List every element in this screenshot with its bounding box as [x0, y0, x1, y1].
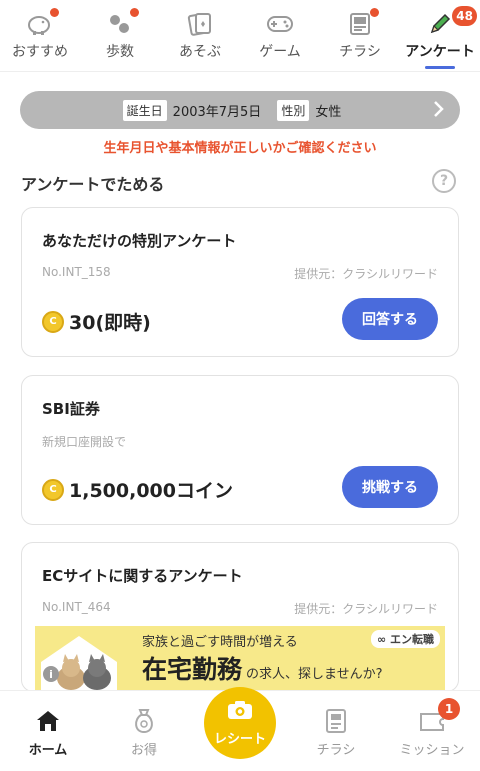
piggy-bank-icon — [25, 8, 59, 38]
tab-survey[interactable]: 48 アンケート — [400, 0, 480, 71]
pencil-icon: 48 — [425, 6, 477, 38]
flyer-icon — [345, 8, 379, 38]
home-icon — [34, 708, 62, 734]
tab-label: チラシ — [339, 44, 381, 60]
tab-game[interactable]: ゲーム — [240, 0, 320, 71]
coin-icon: C — [42, 310, 64, 333]
active-tab-indicator — [425, 66, 455, 69]
birthday-value: 2003年7月5日 — [172, 104, 262, 120]
ad-small-text: の求人、探しませんか? — [246, 667, 383, 682]
camera-icon — [226, 699, 254, 725]
tab-label: ゲーム — [259, 44, 301, 60]
card-title: ECサイトに関するアンケート — [42, 567, 243, 585]
reward-amount: 30(即時) — [69, 312, 151, 334]
tab-label: あそぶ — [179, 44, 221, 60]
tab-flyer[interactable]: チラシ — [320, 0, 400, 71]
ad-info-icon[interactable]: i — [43, 666, 59, 682]
tab-label: アンケート — [405, 44, 475, 60]
coin-icon: C — [42, 478, 64, 501]
card-id: No.INT_158 — [42, 265, 111, 279]
notification-dot — [50, 8, 59, 17]
receipt-button[interactable]: レシート — [204, 687, 276, 759]
tab-recommend[interactable]: おすすめ — [0, 0, 80, 71]
top-tab-bar: おすすめ 歩数 あそぶ ゲーム チラシ 48 アンケート — [0, 0, 480, 72]
ad-big-text: 在宅勤務 — [142, 655, 243, 684]
nav-label: ホーム — [28, 743, 68, 758]
cards-icon — [185, 10, 215, 38]
nav-receipt[interactable]: レシート — [192, 687, 288, 771]
tab-label: 歩数 — [106, 44, 134, 60]
nav-label: チラシ — [316, 743, 356, 758]
card-description: 新規口座開設で — [42, 435, 127, 449]
gender-value: 女性 — [315, 104, 342, 120]
profile-info-bar[interactable]: 誕生日 2003年7月5日 性別 女性 — [20, 91, 460, 129]
offer-card[interactable]: SBI証券 新規口座開設で C 1,500,000コイン 挑戦する — [21, 375, 459, 525]
card-reward: C 1,500,000コイン — [42, 476, 233, 503]
chevron-right-icon — [432, 100, 444, 123]
mission-count-badge: 1 — [438, 698, 460, 720]
ad-main-line: 在宅勤務 の求人、探しませんか? — [142, 650, 383, 686]
tab-steps[interactable]: 歩数 — [80, 0, 160, 71]
tab-play[interactable]: あそぶ — [160, 0, 240, 71]
gamepad-icon — [265, 10, 295, 38]
ticket-icon: 1 — [418, 698, 460, 734]
receipt-label: レシート — [213, 732, 266, 747]
nav-deals[interactable]: お得 — [96, 691, 192, 771]
card-provider: 提供元：クラシルリワード — [294, 602, 438, 616]
nav-home[interactable]: ホーム — [0, 691, 96, 771]
challenge-button[interactable]: 挑戦する — [342, 466, 438, 508]
survey-count-badge: 48 — [452, 6, 477, 26]
ad-brand-logo: ∞ エン転職 — [371, 630, 440, 648]
profile-warning-text: 生年月日や基本情報が正しいかご確認ください — [103, 141, 377, 156]
footprints-icon — [105, 8, 139, 38]
card-id: No.INT_464 — [42, 600, 111, 614]
answer-button[interactable]: 回答する — [342, 298, 438, 340]
card-title: SBI証券 — [42, 400, 100, 418]
flyer-icon — [322, 708, 350, 734]
nav-label: お得 — [130, 743, 157, 758]
ad-banner[interactable]: i 家族と過ごす時間が増える 在宅勤務 の求人、探しませんか? ∞ エン転職 — [35, 626, 445, 690]
notification-dot — [130, 8, 139, 17]
nav-label: ミッション — [399, 743, 465, 758]
bottom-nav: ホーム お得 レシート チラシ 1 ミッション — [0, 687, 480, 771]
reward-amount: 1,500,000コイン — [69, 480, 233, 502]
ad-headline: 家族と過ごす時間が増える — [142, 635, 298, 650]
nav-mission[interactable]: 1 ミッション — [384, 691, 480, 771]
card-reward: C 30(即時) — [42, 308, 151, 335]
survey-card[interactable]: あなただけの特別アンケート No.INT_158 提供元：クラシルリワード C … — [21, 207, 459, 357]
card-title: あなただけの特別アンケート — [42, 232, 237, 250]
gender-tag: 性別 — [277, 99, 310, 121]
help-icon[interactable]: ? — [432, 169, 456, 193]
money-bag-icon — [130, 708, 158, 734]
tab-label: おすすめ — [12, 44, 68, 60]
birthday-tag: 誕生日 — [122, 99, 167, 121]
nav-flyer[interactable]: チラシ — [288, 691, 384, 771]
notification-dot — [370, 8, 379, 17]
card-provider: 提供元：クラシルリワード — [294, 267, 438, 281]
section-title: アンケートでためる — [21, 175, 165, 194]
